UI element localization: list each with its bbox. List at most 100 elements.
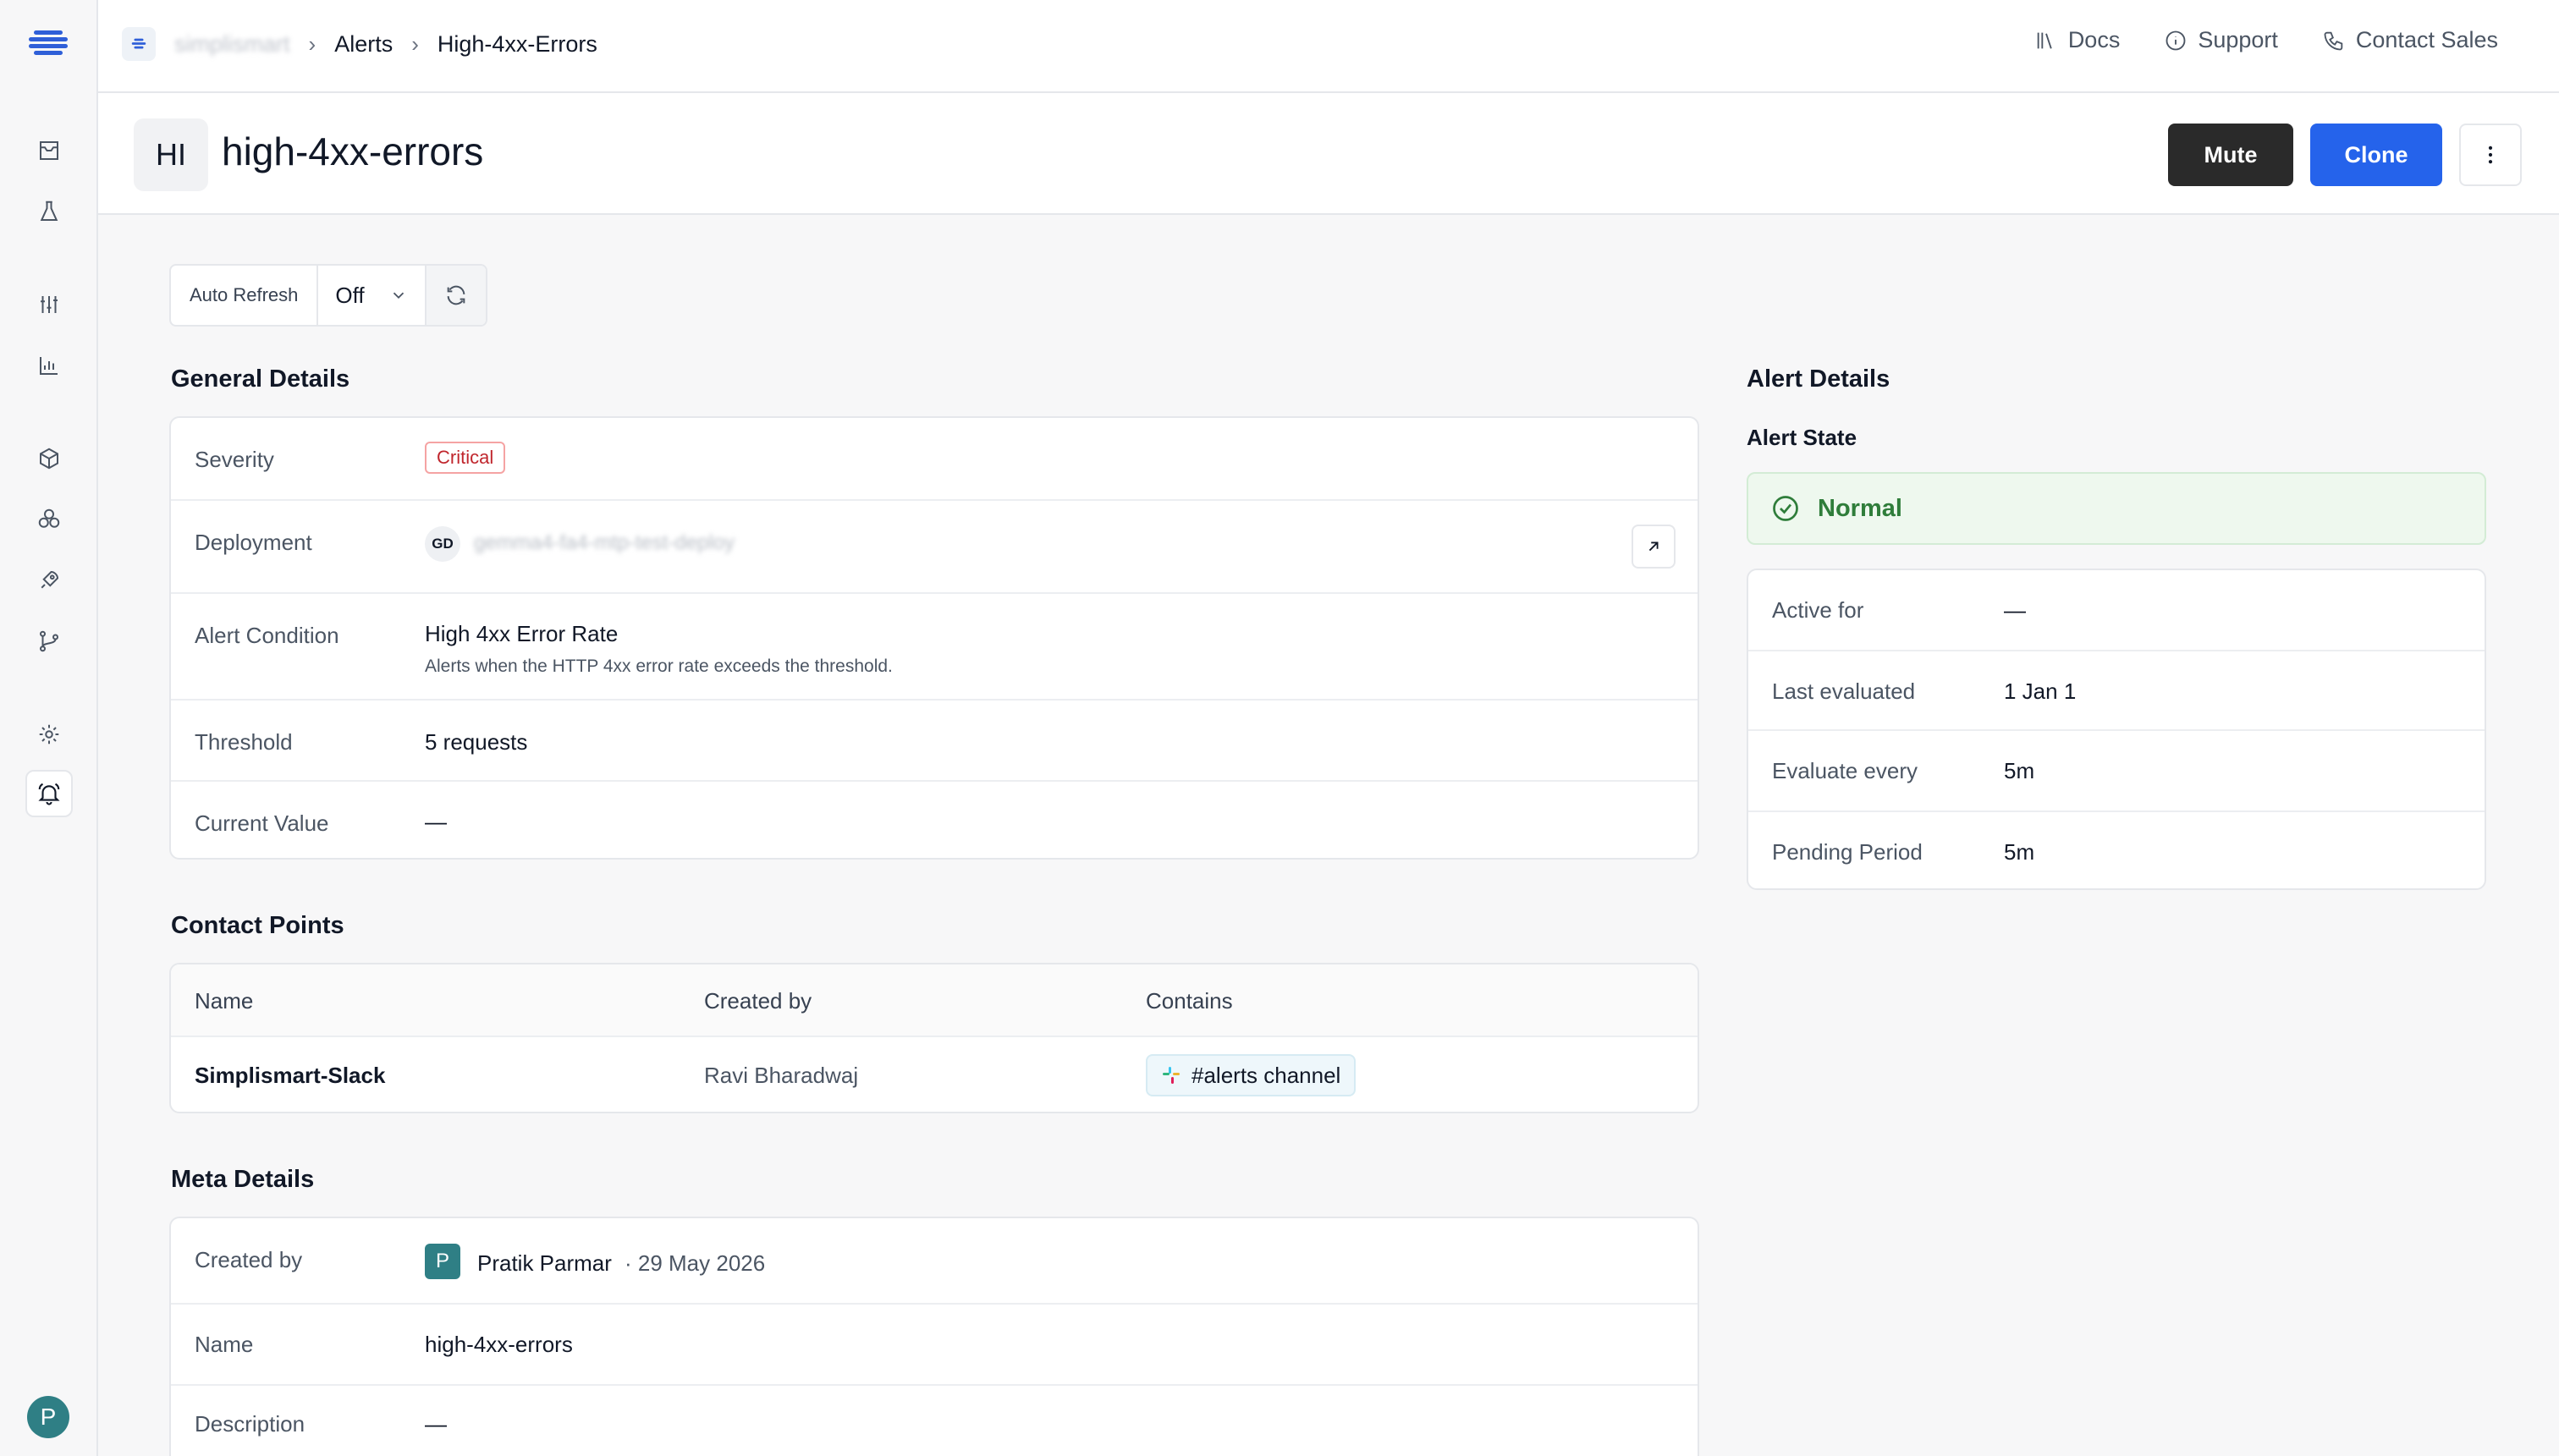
creator-avatar: P: [425, 1244, 460, 1279]
auto-refresh-label: Auto Refresh: [171, 266, 319, 325]
channel-name: #alerts channel: [1191, 1062, 1341, 1088]
logo-icon[interactable]: [24, 19, 73, 68]
alert-timing-card: Active for — Last evaluated 1 Jan 1 Eval…: [1747, 569, 2486, 890]
gear-icon[interactable]: [25, 711, 73, 758]
chevron-right-icon: ›: [411, 30, 419, 57]
contact-point-name: Simplismart-Slack: [195, 1063, 386, 1088]
column-header-name: Name: [195, 988, 254, 1014]
info-icon: [2166, 30, 2186, 50]
check-circle-icon: [1773, 496, 1798, 521]
chart-icon[interactable]: [25, 342, 73, 389]
active-for-row: Active for —: [1748, 570, 2485, 651]
created-date: · 29 May 2026: [625, 1250, 766, 1276]
arrow-up-right-icon: [1648, 541, 1659, 552]
evaluate-every-label: Evaluate every: [1772, 758, 1918, 783]
phone-icon: [2324, 31, 2343, 50]
deployment-row: Deployment GD gemma4-fa4-mtp-test-deploy: [171, 501, 1698, 594]
alert-state-banner: Normal: [1747, 472, 2486, 545]
general-details-card: Severity Critical Deployment GD gemma4-f…: [169, 416, 1699, 860]
description-row: Description —: [171, 1386, 1698, 1456]
top-bar: simplismart › Alerts › High-4xx-Errors D…: [98, 0, 2559, 93]
clusters-icon[interactable]: [25, 496, 73, 543]
severity-row: Severity Critical: [171, 418, 1698, 501]
auto-refresh-value: Off: [335, 282, 365, 308]
severity-label: Severity: [195, 447, 274, 472]
page-title: high-4xx-errors: [222, 129, 484, 173]
docs-label: Docs: [2067, 27, 2121, 52]
threshold-row: Threshold 5 requests: [171, 701, 1698, 782]
chevron-down-icon: [393, 292, 404, 299]
deployment-avatar: GD: [425, 526, 460, 562]
name-label: Name: [195, 1332, 254, 1357]
contact-sales-link[interactable]: Contact Sales: [2322, 27, 2498, 53]
docs-link[interactable]: Docs: [2034, 27, 2121, 53]
alert-condition-value: High 4xx Error Rate: [425, 621, 619, 646]
chevron-right-icon: ›: [308, 30, 316, 57]
meta-details-title: Meta Details: [171, 1166, 315, 1193]
pending-period-label: Pending Period: [1772, 839, 1923, 865]
description-value: —: [425, 1411, 447, 1437]
creator-name: Pratik Parmar: [477, 1250, 612, 1276]
refresh-icon: [448, 285, 465, 305]
description-label: Description: [195, 1411, 305, 1437]
clone-button[interactable]: Clone: [2310, 124, 2442, 186]
active-for-label: Active for: [1772, 597, 1864, 623]
contact-point-created-by: Ravi Bharadwaj: [704, 1063, 859, 1088]
deployment-name[interactable]: gemma4-fa4-mtp-test-deploy: [474, 531, 735, 555]
inbox-icon[interactable]: [25, 127, 73, 174]
deployment-label: Deployment: [195, 530, 312, 555]
support-link[interactable]: Support: [2164, 27, 2278, 53]
meta-details-card: Created by P Pratik Parmar · 29 May 2026…: [169, 1217, 1699, 1456]
git-branch-icon[interactable]: [25, 618, 73, 665]
sliders-icon[interactable]: [25, 281, 73, 328]
contact-sales-label: Contact Sales: [2355, 27, 2498, 52]
evaluate-every-value: 5m: [2004, 758, 2035, 783]
created-by-row: Created by P Pratik Parmar · 29 May 2026: [171, 1218, 1698, 1305]
left-rail: P: [0, 0, 98, 1456]
more-options-button[interactable]: [2459, 124, 2522, 186]
last-evaluated-value: 1 Jan 1: [2004, 679, 2077, 704]
page-header: HI high-4xx-errors Mute Clone: [98, 93, 2559, 215]
bell-icon[interactable]: [25, 770, 73, 817]
evaluate-every-row: Evaluate every 5m: [1748, 731, 2485, 812]
kebab-menu-icon: [2488, 146, 2493, 164]
alert-details-title: Alert Details: [1747, 365, 1890, 393]
general-details-title: General Details: [171, 365, 350, 393]
refresh-button[interactable]: [426, 266, 487, 325]
last-evaluated-row: Last evaluated 1 Jan 1: [1748, 651, 2485, 731]
books-icon: [2037, 32, 2052, 49]
contact-points-title: Contact Points: [171, 912, 344, 939]
current-value-row: Current Value —: [171, 782, 1698, 858]
name-row: Name high-4xx-errors: [171, 1305, 1698, 1386]
pending-period-value: 5m: [2004, 839, 2035, 865]
auto-refresh-select[interactable]: Off: [318, 266, 427, 325]
auto-refresh-control: Auto Refresh Off: [169, 264, 488, 327]
contact-points-table: Name Created by Contains Simplismart-Sla…: [169, 963, 1699, 1113]
channel-chip: #alerts channel: [1146, 1054, 1357, 1096]
severity-badge: Critical: [425, 442, 506, 474]
breadcrumb-alerts[interactable]: Alerts: [334, 31, 393, 58]
column-header-created-by: Created by: [704, 988, 812, 1014]
rocket-icon[interactable]: [25, 557, 73, 604]
cube-icon[interactable]: [25, 435, 73, 482]
pending-period-row: Pending Period 5m: [1748, 812, 2485, 888]
slack-icon: [1163, 1067, 1180, 1084]
alert-state-title: Alert State: [1747, 425, 1857, 450]
mute-button[interactable]: Mute: [2168, 124, 2293, 186]
breadcrumb-current: High-4xx-Errors: [437, 30, 597, 57]
threshold-value: 5 requests: [425, 729, 528, 755]
created-by-label: Created by: [195, 1247, 303, 1272]
user-avatar[interactable]: P: [27, 1396, 69, 1438]
open-deployment-button[interactable]: [1632, 525, 1676, 569]
alert-condition-description: Alerts when the HTTP 4xx error rate exce…: [425, 657, 893, 676]
threshold-label: Threshold: [195, 729, 293, 755]
active-for-value: —: [2004, 597, 2026, 623]
breadcrumb-org[interactable]: simplismart: [174, 31, 290, 58]
top-links: Docs Support Contact Sales: [2034, 27, 2498, 53]
flask-icon[interactable]: [25, 188, 73, 235]
name-value: high-4xx-errors: [425, 1332, 573, 1357]
column-header-contains: Contains: [1146, 988, 1233, 1014]
table-header: Name Created by Contains: [171, 964, 1698, 1037]
breadcrumb: simplismart › Alerts › High-4xx-Errors: [122, 25, 597, 63]
org-icon[interactable]: [122, 27, 156, 61]
